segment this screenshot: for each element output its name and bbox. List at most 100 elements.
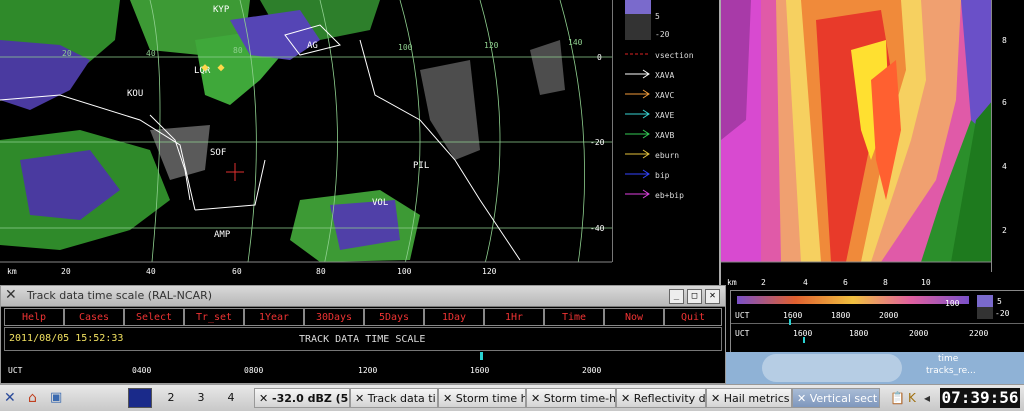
station-label: KOU	[127, 89, 143, 99]
strip-row2-marker	[803, 337, 805, 343]
xsec-y-tick: 2	[1002, 226, 1007, 235]
clock[interactable]: 07:39:56	[940, 388, 1020, 408]
cases-button[interactable]: Cases	[64, 308, 124, 326]
volume-icon[interactable]: ◂	[924, 388, 938, 408]
workspace-4-button[interactable]: 4	[220, 388, 242, 408]
keyboard-layout-icon[interactable]: K	[908, 388, 924, 408]
axis-tick: 0800	[244, 366, 264, 375]
now-button[interactable]: Now	[604, 308, 664, 326]
radar-center-marker	[226, 163, 244, 181]
task-button-storm-time-h2[interactable]: ✕ Storm time-h	[526, 388, 616, 408]
xsec-x-unit: km	[727, 278, 737, 287]
station-label: AMP	[214, 230, 231, 240]
task-button-reflectivity-dbz[interactable]: ✕ -32.0 dBZ (5	[254, 388, 350, 408]
time-scale-axis[interactable]: UCT 0400 0800 1200 1600 2000	[4, 352, 722, 380]
axis-label: UCT	[8, 366, 23, 375]
x-tick: 100	[397, 267, 412, 276]
strip-scale-bottom	[977, 307, 993, 319]
task-button-track-data[interactable]: ✕ Track data ti	[350, 388, 438, 408]
legend-label-eb-bip: eb+bip	[655, 191, 684, 200]
close-button[interactable]: ✕	[705, 289, 720, 304]
legend-label-xavc: XAVC	[655, 91, 675, 100]
select-button[interactable]: Select	[124, 308, 184, 326]
1day-button[interactable]: 1Day	[424, 308, 484, 326]
x-tick: 40	[146, 267, 156, 276]
desktop-background: time tracks_re...	[722, 352, 1024, 384]
storm-time-strip[interactable]: 100 5 -20 UCT 1600 1800 2000 UCT 1600 18…	[730, 290, 1024, 354]
strip-scale-top	[977, 295, 993, 307]
x-app-icon: ✕	[621, 392, 634, 405]
x-app-icon: ✕	[355, 392, 368, 405]
clipboard-icon[interactable]: 📋	[890, 388, 906, 408]
desktop-logo-shape	[762, 354, 902, 382]
file-manager-icon[interactable]: ▣	[50, 388, 68, 408]
start-menu-icon[interactable]: ✕	[4, 388, 22, 408]
x-tick: 60	[232, 267, 242, 276]
window-titlebar[interactable]: ✕ Track data time scale (RAL-NCAR) _ □ ✕	[1, 286, 725, 307]
taskbar[interactable]: ✕ ⌂ ▣ 2 3 4 ✕ -32.0 dBZ (5 ✕ Track data …	[0, 384, 1024, 411]
xsec-x-tick: 10	[921, 278, 931, 287]
time-button[interactable]: Time	[544, 308, 604, 326]
y-tick: -40	[590, 224, 605, 233]
30days-button[interactable]: 30Days	[304, 308, 364, 326]
current-datetime: 2011/08/05 15:52:33	[9, 333, 124, 344]
desktop-icon-label[interactable]: time	[938, 354, 958, 364]
x-axis: km 20 40 60 80 100 120	[0, 261, 612, 283]
maximize-button[interactable]: □	[687, 289, 702, 304]
desktop-icon-label[interactable]: tracks_re...	[926, 366, 976, 376]
station-label: VOL	[372, 198, 388, 208]
1hr-button[interactable]: 1Hr	[484, 308, 544, 326]
ring-label: 20	[62, 49, 72, 58]
axis-tick: 1600	[470, 366, 490, 375]
radar-map[interactable]: KYP AG LQR KOU SOF PIL VOL AMP 40 80 100…	[0, 0, 612, 283]
legend-label-eburn: eburn	[655, 151, 680, 160]
current-time-marker[interactable]	[480, 352, 483, 360]
y-tick: -20	[590, 138, 605, 147]
strip-row2-label: UCT	[735, 329, 750, 338]
color-scale-top	[625, 0, 651, 14]
window-title: Track data time scale (RAL-NCAR)	[27, 289, 213, 302]
x-tick: 120	[482, 267, 497, 276]
axis-tick: 1200	[358, 366, 378, 375]
task-button-hail-metrics[interactable]: ✕ Hail metrics	[706, 388, 792, 408]
legend-label-xava: XAVA	[655, 71, 675, 80]
workspace-2-button[interactable]: 2	[160, 388, 182, 408]
workspace-3-button[interactable]: 3	[190, 388, 212, 408]
strip-row2-tick: 2000	[909, 329, 929, 338]
x-app-icon: ✕	[531, 392, 544, 405]
color-scale-bottom	[625, 14, 651, 40]
storm-time-strip-image	[737, 296, 969, 304]
task-button-reflectivity[interactable]: ✕ Reflectivity d	[616, 388, 706, 408]
1year-button[interactable]: 1Year	[244, 308, 304, 326]
x-app-icon: ✕	[259, 392, 273, 405]
ring-labels: 40 80 100 120 140 20	[62, 38, 583, 58]
help-button[interactable]: Help	[4, 308, 64, 326]
axis-tick: 2000	[582, 366, 602, 375]
5days-button[interactable]: 5Days	[364, 308, 424, 326]
station-label: SOF	[210, 148, 226, 158]
xsec-x-tick: 6	[843, 278, 848, 287]
strip-row1-tick: 2000	[879, 311, 899, 320]
radar-echoes	[0, 0, 565, 262]
task-button-storm-time-h1[interactable]: ✕ Storm time h	[438, 388, 526, 408]
x-app-icon: ✕	[443, 392, 456, 405]
time-scale-heading: TRACK DATA TIME SCALE	[299, 334, 426, 345]
quit-button[interactable]: Quit	[664, 308, 722, 326]
x-axis-unit: km	[7, 267, 17, 276]
task-button-vertical-section-active[interactable]: ✕ Vertical sect	[792, 388, 880, 408]
strip-divider	[731, 323, 1024, 324]
ring-label: 40	[146, 49, 156, 58]
home-icon[interactable]: ⌂	[28, 388, 46, 408]
workspace-1-active[interactable]	[128, 388, 152, 408]
station-label: AG	[307, 41, 318, 51]
vertical-section-panel[interactable]: km 2 4 6 8 10	[719, 0, 1024, 290]
legend-label-xave: XAVE	[655, 111, 675, 120]
radar-ppi-panel[interactable]: KYP AG LQR KOU SOF PIL VOL AMP 40 80 100…	[0, 0, 715, 283]
tr-set-button[interactable]: Tr_set	[184, 308, 244, 326]
strip-row1-tick: 1600	[783, 311, 803, 320]
cross-section-plot: km 2 4 6 8 10	[721, 0, 993, 290]
minimize-button[interactable]: _	[669, 289, 684, 304]
strip-row1-marker	[789, 319, 791, 325]
track-data-window[interactable]: ✕ Track data time scale (RAL-NCAR) _ □ ✕…	[0, 285, 726, 384]
scale-top-label: 5	[655, 12, 660, 21]
